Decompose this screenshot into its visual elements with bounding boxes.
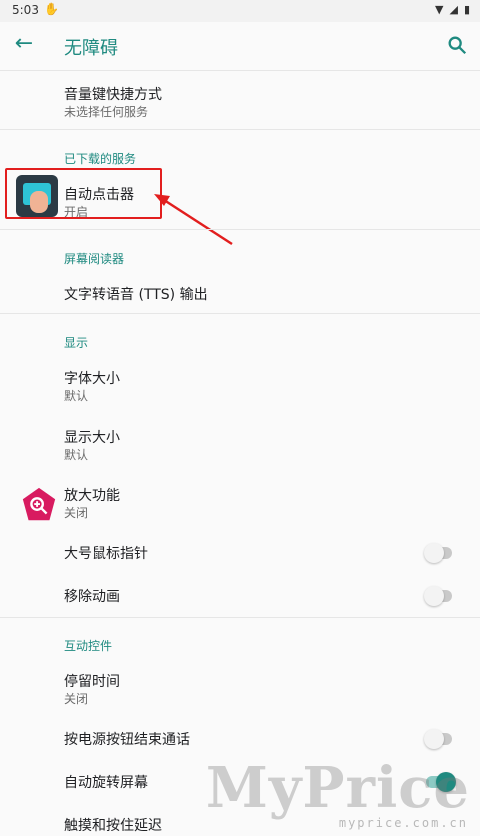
power-ends-call-title: 按电源按钮结束通话 (64, 732, 190, 748)
back-arrow-icon[interactable]: ← (12, 32, 36, 56)
display-size-title: 显示大小 (64, 430, 120, 446)
large-pointer-title: 大号鼠标指针 (64, 546, 148, 562)
dwell-time-subtitle: 关闭 (64, 692, 89, 706)
display-header: 显示 (64, 336, 89, 350)
watermark: MyPrice (205, 755, 470, 821)
magnification-title: 放大功能 (64, 488, 120, 504)
screen-reader-header: 屏幕阅读器 (64, 252, 125, 266)
dwell-time-item[interactable]: 停留时间 关闭 (0, 663, 480, 715)
touch-delay-title: 触摸和按住延迟 (64, 818, 162, 834)
status-icons: ▼ ◢ ▮ (435, 3, 470, 16)
remove-animations-item[interactable]: 移除动画 (0, 579, 480, 615)
status-bar: 5:03 ✋ ▼ ◢ ▮ (0, 0, 480, 22)
power-ends-call-item[interactable]: 按电源按钮结束通话 (0, 722, 480, 758)
highlight-box (5, 168, 162, 219)
volume-shortcut-item[interactable]: 音量键快捷方式 未选择任何服务 (0, 76, 480, 128)
font-size-subtitle: 默认 (64, 389, 89, 403)
power-ends-call-toggle[interactable] (424, 729, 452, 749)
large-pointer-item[interactable]: 大号鼠标指针 (0, 536, 480, 572)
auto-rotate-title: 自动旋转屏幕 (64, 775, 148, 791)
search-icon[interactable] (446, 34, 468, 56)
wifi-icon: ▼ (435, 3, 444, 16)
watermark-url: myprice.com.cn (338, 816, 468, 830)
divider (0, 617, 480, 618)
remove-animations-title: 移除动画 (64, 589, 120, 605)
large-pointer-toggle[interactable] (424, 543, 452, 563)
tts-title: 文字转语音 (TTS) 输出 (64, 287, 208, 303)
font-size-item[interactable]: 字体大小 默认 (0, 360, 480, 412)
font-size-title: 字体大小 (64, 371, 120, 387)
remove-animations-toggle[interactable] (424, 586, 452, 606)
display-size-subtitle: 默认 (64, 448, 89, 462)
downloaded-services-header: 已下载的服务 (64, 152, 137, 166)
hand-icon: ✋ (44, 2, 59, 16)
status-time: 5:03 (12, 3, 39, 17)
battery-icon: ▮ (463, 3, 470, 16)
app-bar: ← 无障碍 (0, 22, 480, 71)
magnification-item[interactable]: 放大功能 关闭 (0, 477, 480, 529)
volume-shortcut-subtitle: 未选择任何服务 (64, 105, 149, 119)
divider (0, 129, 480, 130)
magnification-subtitle: 关闭 (64, 506, 89, 520)
divider (0, 229, 480, 230)
tts-item[interactable]: 文字转语音 (TTS) 输出 (0, 276, 480, 312)
signal-icon: ◢ (449, 3, 458, 16)
volume-shortcut-title: 音量键快捷方式 (64, 87, 162, 103)
page-title: 无障碍 (64, 38, 118, 59)
interaction-controls-header: 互动控件 (64, 639, 113, 653)
display-size-item[interactable]: 显示大小 默认 (0, 419, 480, 471)
dwell-time-title: 停留时间 (64, 674, 120, 690)
divider (0, 313, 480, 314)
